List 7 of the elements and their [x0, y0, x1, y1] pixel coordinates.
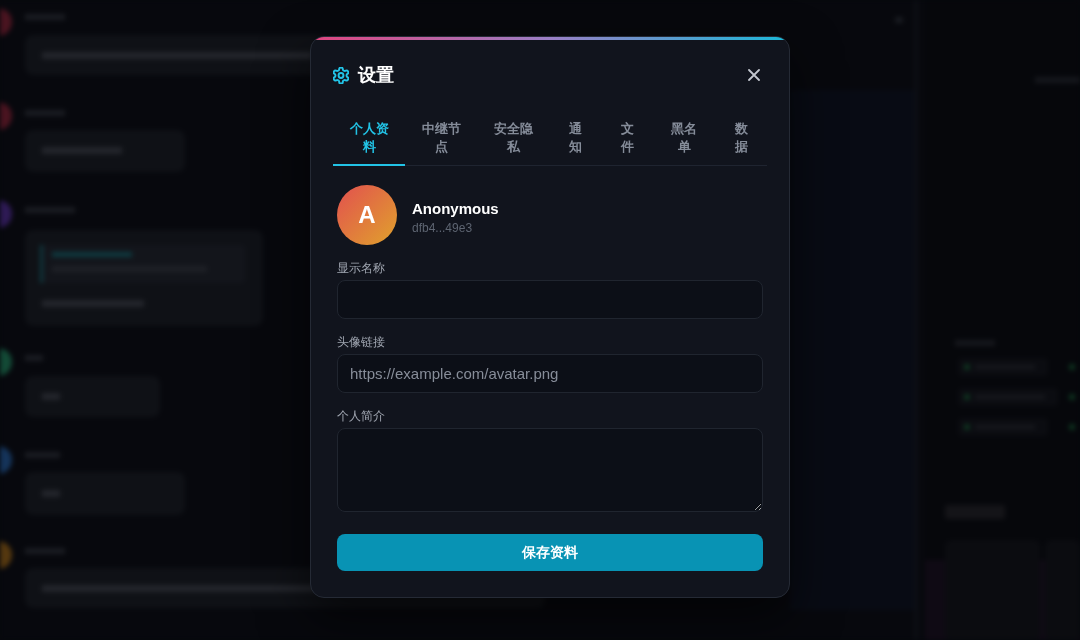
profile-name: Anonymous [412, 198, 499, 218]
field-label: 个人简介 [337, 408, 386, 424]
public-key: dfb4...49e3 [412, 219, 499, 236]
avatar: A [337, 185, 397, 245]
field-label: 显示名称 [337, 260, 386, 276]
dialog-title: 设置 [358, 64, 394, 86]
field-label: 头像链接 [337, 334, 386, 350]
